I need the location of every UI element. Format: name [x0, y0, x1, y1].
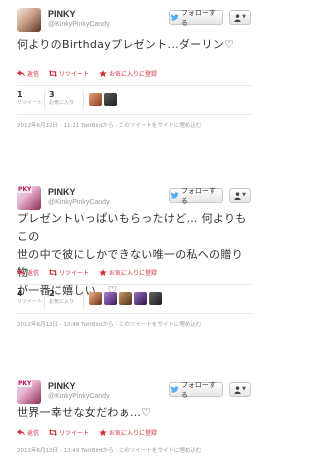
user-menu-button[interactable]: ▼ — [229, 10, 251, 25]
tweet-actions: 返信 リツイート お気に入りに登録 — [17, 268, 157, 277]
follow-label: フォローする — [180, 8, 216, 27]
tweet-2: PKY PINKY @KinkyPinkyCandy フォローする ▼ プレゼン… — [0, 178, 263, 336]
user-thumbnails — [89, 93, 117, 106]
tweet-actions: 返信 リツイート お気に入りに登録 — [17, 428, 157, 437]
retweet-button[interactable]: リツイート — [49, 428, 89, 437]
user-name[interactable]: PINKY — [48, 187, 76, 197]
favorite-count[interactable]: 3 お気に入り — [49, 90, 74, 107]
tweet-actions: 返信 リツイート お気に入りに登録 — [17, 69, 157, 78]
star-icon — [99, 70, 107, 77]
tweet-meta: 2012年6月13日 - 12:49 TwitBirdから · このツイートをサ… — [17, 448, 202, 454]
follow-label: フォローする — [180, 380, 216, 399]
follow-button[interactable]: フォローする — [169, 380, 223, 399]
retweet-icon — [49, 269, 58, 276]
user-handle[interactable]: @KinkyPinkyCandy — [48, 393, 110, 400]
person-icon — [234, 191, 241, 200]
reply-button[interactable]: 返信 — [17, 69, 39, 78]
favorite-button[interactable]: お気に入りに登録 — [99, 69, 157, 78]
divider — [44, 90, 45, 110]
favorite-button[interactable]: お気に入りに登録 — [99, 428, 157, 437]
retweet-button[interactable]: リツイート — [49, 268, 89, 277]
user-thumbnail[interactable] — [89, 292, 102, 305]
user-name[interactable]: PINKY — [48, 9, 76, 19]
reply-button[interactable]: 返信 — [17, 428, 39, 437]
reply-icon — [17, 429, 25, 436]
tweet-text: 何よりのBirthdayプレゼント...ダーリン♡ — [17, 38, 235, 51]
tweet-stats: 4 リツイート 2 お気に入り — [17, 284, 251, 314]
avatar[interactable] — [17, 8, 41, 32]
reply-icon — [17, 269, 25, 276]
user-thumbnail[interactable] — [134, 292, 147, 305]
user-menu-button[interactable]: ▼ — [229, 382, 251, 397]
reply-icon — [17, 70, 25, 77]
avatar-badge: PKY — [17, 380, 33, 387]
tweet-meta: 2012年6月12日 - 12:48 TwitBirdから · このツイートをサ… — [17, 322, 202, 328]
user-thumbnail[interactable] — [119, 292, 132, 305]
divider — [83, 90, 84, 110]
retweet-button[interactable]: リツイート — [49, 69, 89, 78]
star-icon — [99, 429, 107, 436]
chevron-down-icon: ▼ — [242, 14, 246, 20]
tweet-stats: 1 リツイート 3 お気に入り — [17, 85, 251, 115]
avatar[interactable]: PKY — [17, 186, 41, 210]
follow-button[interactable]: フォローする — [169, 186, 223, 205]
favorite-count[interactable]: 2 お気に入り — [49, 289, 74, 306]
user-name[interactable]: PINKY — [48, 381, 76, 391]
user-thumbnail[interactable] — [104, 292, 117, 305]
retweet-count[interactable]: 4 リツイート — [17, 289, 42, 306]
user-thumbnails — [89, 292, 162, 305]
chevron-down-icon: ▼ — [242, 192, 246, 198]
tweet-text: 世界一幸せな女だわぁ…♡ — [17, 406, 152, 419]
star-icon — [99, 269, 107, 276]
user-thumbnail[interactable] — [104, 93, 117, 106]
user-handle[interactable]: @KinkyPinkyCandy — [48, 21, 110, 28]
user-thumbnail[interactable] — [89, 93, 102, 106]
person-icon — [234, 13, 241, 22]
user-menu-button[interactable]: ▼ — [229, 188, 251, 203]
retweet-icon — [49, 70, 58, 77]
avatar-badge: PKY — [17, 186, 33, 193]
user-thumbnail[interactable] — [149, 292, 162, 305]
tweet-1: PINKY @KinkyPinkyCandy フォローする ▼ 何よりのBirt… — [0, 0, 263, 145]
retweet-icon — [49, 429, 58, 436]
twitter-bird-icon — [170, 14, 179, 21]
tweet-3: PKY PINKY @KinkyPinkyCandy フォローする ▼ 世界一幸… — [0, 372, 263, 461]
follow-button[interactable]: フォローする — [169, 8, 223, 27]
person-icon — [234, 385, 241, 394]
tweet-meta: 2012年6月12日 - 11:11 TwitBirdから · このツイートをサ… — [17, 123, 202, 129]
follow-label: フォローする — [180, 186, 216, 205]
avatar[interactable]: PKY — [17, 380, 41, 404]
twitter-bird-icon — [170, 192, 179, 199]
favorite-button[interactable]: お気に入りに登録 — [99, 268, 157, 277]
chevron-down-icon: ▼ — [242, 386, 246, 392]
divider — [44, 289, 45, 309]
divider — [83, 289, 84, 309]
tweet-text-line: プレゼントいっぱいもらったけど… 何よりもこの — [17, 212, 247, 243]
retweet-count[interactable]: 1 リツイート — [17, 90, 42, 107]
reply-button[interactable]: 返信 — [17, 268, 39, 277]
twitter-bird-icon — [170, 386, 179, 393]
user-handle[interactable]: @KinkyPinkyCandy — [48, 199, 110, 206]
